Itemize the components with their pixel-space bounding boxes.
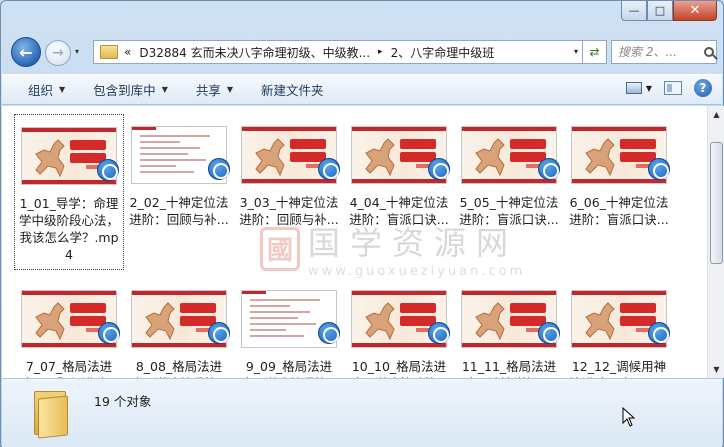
details-pane: 19 个对象 xyxy=(2,378,722,447)
chevron-down-icon: ▼ xyxy=(226,85,234,94)
caption-buttons: — □ ✕ xyxy=(621,1,717,21)
breadcrumb-overflow[interactable]: « xyxy=(124,45,131,59)
view-options-dropdown-icon[interactable]: ▼ xyxy=(646,84,652,93)
scrollbar-thumb[interactable] xyxy=(710,142,723,264)
media-player-icon xyxy=(428,158,450,180)
file-item[interactable]: 8_08_格局法进阶：详论普通格... xyxy=(124,278,234,378)
file-name: 4_04_十神定位法进阶：盲派口诀... xyxy=(349,195,449,227)
media-player-icon xyxy=(98,322,120,344)
file-item[interactable]: 1_01_导学：命理学中级阶段心法，我该怎么学？.mp4 xyxy=(14,114,124,270)
media-player-icon xyxy=(538,322,560,344)
file-item[interactable]: 12_12_调候用神法进阶：命局层... xyxy=(564,278,674,378)
command-bar: 组织 ▼ 包含到库中 ▼ 共享 ▼ 新建文件夹 ▼ ? xyxy=(2,74,722,105)
new-folder-label: 新建文件夹 xyxy=(261,83,324,98)
file-item[interactable]: 7_07_格局法进阶：回顾与进阶... xyxy=(14,278,124,378)
file-name: 3_03_十神定位法进阶：回顾与补... xyxy=(239,195,339,227)
forward-button[interactable]: → xyxy=(45,40,71,66)
scroll-down-icon[interactable]: ▼ xyxy=(708,361,724,378)
item-count: 19 个对象 xyxy=(94,394,152,409)
file-name: 2_02_十神定位法进阶：回顾与补... xyxy=(129,195,229,227)
media-player-icon xyxy=(428,322,450,344)
file-item[interactable]: 6_06_十神定位法进阶：盲派口诀... xyxy=(564,114,674,270)
horse-graphic xyxy=(365,302,395,341)
media-player-icon xyxy=(648,158,670,180)
file-name: 10_10_格局法进阶：详论特殊格... xyxy=(349,359,448,378)
file-grid: 1_01_导学：命理学中级阶段心法，我该怎么学？.mp4 2_02_十神定位法进阶… xyxy=(14,114,674,378)
file-name: 7_07_格局法进阶：回顾与进阶... xyxy=(19,359,118,378)
horse-graphic xyxy=(35,139,65,178)
breadcrumb-separator-icon[interactable]: ▸ xyxy=(378,47,383,57)
media-player-icon xyxy=(208,322,230,344)
media-player-icon xyxy=(318,322,340,344)
file-item[interactable]: 9_09_格局法进阶：详论普通格... xyxy=(234,278,344,378)
folder-icon xyxy=(32,387,70,439)
explorer-window: — □ ✕ ← → ▾ « D32884 玄而未决八字命理初级、中级教... ▸… xyxy=(0,0,724,447)
organize-label: 组织 xyxy=(28,83,54,98)
maximize-button[interactable]: □ xyxy=(647,1,673,21)
navigation-bar: ← → ▾ « D32884 玄而未决八字命理初级、中级教... ▸ 2、八字命… xyxy=(1,31,723,69)
file-name: 12_12_调候用神法进阶：命局层... xyxy=(569,359,668,378)
media-player-icon xyxy=(208,158,230,180)
breadcrumb-segment-parent[interactable]: D32884 玄而未决八字命理初级、中级教... xyxy=(139,44,370,61)
search-input[interactable] xyxy=(618,45,702,59)
horse-graphic xyxy=(365,138,395,177)
help-icon[interactable]: ? xyxy=(694,79,712,97)
horse-graphic xyxy=(145,302,175,341)
media-player-icon xyxy=(538,158,560,180)
horse-graphic xyxy=(585,138,615,177)
media-player-icon xyxy=(648,322,670,344)
address-dropdown-icon[interactable]: ▾ xyxy=(574,47,578,56)
new-folder-button[interactable]: 新建文件夹 xyxy=(247,75,338,104)
chevron-down-icon: ▼ xyxy=(161,85,168,94)
scroll-up-icon[interactable]: ▲ xyxy=(708,106,724,123)
close-button[interactable]: ✕ xyxy=(673,1,717,21)
horse-graphic xyxy=(255,138,285,177)
mouse-cursor-icon xyxy=(622,407,636,427)
file-name: 9_09_格局法进阶：详论普通格... xyxy=(239,359,338,378)
include-library-label: 包含到库中 xyxy=(93,83,156,98)
organize-button[interactable]: 组织 ▼ xyxy=(2,75,79,104)
file-name: 8_08_格局法进阶：详论普通格... xyxy=(129,359,228,378)
vertical-scrollbar[interactable]: ▲ ▼ xyxy=(707,106,724,378)
file-view[interactable]: 1_01_导学：命理学中级阶段心法，我该怎么学？.mp4 2_02_十神定位法进阶… xyxy=(2,106,707,378)
refresh-button[interactable]: ⇄ xyxy=(583,40,607,64)
horse-graphic xyxy=(475,302,505,341)
file-item[interactable]: 11_11_格局法进阶：诀法详解-... xyxy=(454,278,564,378)
toolbar-right: ▼ ? xyxy=(625,79,712,97)
horse-graphic xyxy=(35,302,65,341)
file-name: 1_01_导学：命理学中级阶段心法，我该怎么学？.mp4 xyxy=(18,196,119,262)
file-item[interactable]: 5_05_十神定位法进阶：盲派口诀... xyxy=(454,114,564,270)
file-item[interactable]: 10_10_格局法进阶：详论特殊格... xyxy=(344,278,454,378)
breadcrumb-segment-current[interactable]: 2、八字命理中级班 xyxy=(391,44,495,61)
file-name: 11_11_格局法进阶：诀法详解-... xyxy=(461,359,557,378)
folder-icon xyxy=(100,45,118,59)
recent-pages-dropdown-icon[interactable]: ▾ xyxy=(75,47,85,57)
breadcrumb: « D32884 玄而未决八字命理初级、中级教... ▸ 2、八字命理中级班 xyxy=(124,44,494,61)
share-label: 共享 xyxy=(195,83,221,98)
file-item[interactable]: 2_02_十神定位法进阶：回顾与补... xyxy=(124,114,234,270)
preview-pane-icon[interactable] xyxy=(664,81,682,95)
media-player-icon xyxy=(97,159,119,181)
minimize-button[interactable]: — xyxy=(621,1,647,21)
file-item[interactable]: 3_03_十神定位法进阶：回顾与补... xyxy=(234,114,344,270)
chevron-down-icon: ▼ xyxy=(59,85,66,94)
include-in-library-button[interactable]: 包含到库中 ▼ xyxy=(79,75,182,104)
file-item[interactable]: 4_04_十神定位法进阶：盲派口诀... xyxy=(344,114,454,270)
change-view-icon[interactable] xyxy=(625,82,642,94)
media-player-icon xyxy=(318,158,340,180)
search-box[interactable] xyxy=(611,40,717,64)
file-name: 5_05_十神定位法进阶：盲派口诀... xyxy=(459,195,559,227)
search-icon[interactable] xyxy=(704,47,714,57)
file-name: 6_06_十神定位法进阶：盲派口诀... xyxy=(569,195,669,227)
share-button[interactable]: 共享 ▼ xyxy=(182,75,247,104)
horse-graphic xyxy=(475,138,505,177)
address-bar[interactable]: « D32884 玄而未决八字命理初级、中级教... ▸ 2、八字命理中级班 ▾ xyxy=(93,40,583,64)
horse-graphic xyxy=(585,302,615,341)
back-button[interactable]: ← xyxy=(11,37,41,67)
